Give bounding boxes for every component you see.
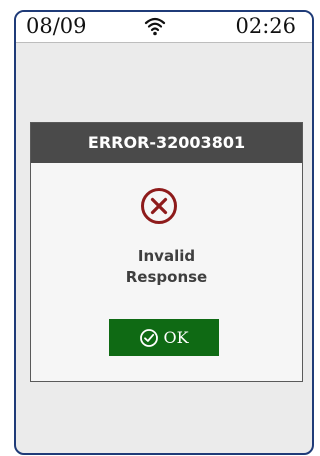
error-message: Invalid Response <box>31 246 302 288</box>
terminal-screen: 08/09 02:26 ERROR-32003801 Invalid Respo… <box>14 10 314 455</box>
status-bar: 08/09 02:26 <box>16 12 312 43</box>
check-circle-icon <box>140 328 159 347</box>
dialog-title: ERROR-32003801 <box>31 123 302 163</box>
error-dialog: ERROR-32003801 Invalid Response OK <box>30 122 303 382</box>
status-time: 02:26 <box>235 14 296 38</box>
wifi-icon <box>144 17 166 36</box>
error-message-line-2: Response <box>125 268 208 286</box>
ok-button[interactable]: OK <box>109 319 219 356</box>
error-circle-x-icon <box>141 188 177 224</box>
ok-button-label: OK <box>163 328 189 347</box>
error-message-line-1: Invalid <box>137 247 196 265</box>
status-date: 08/09 <box>26 14 87 38</box>
